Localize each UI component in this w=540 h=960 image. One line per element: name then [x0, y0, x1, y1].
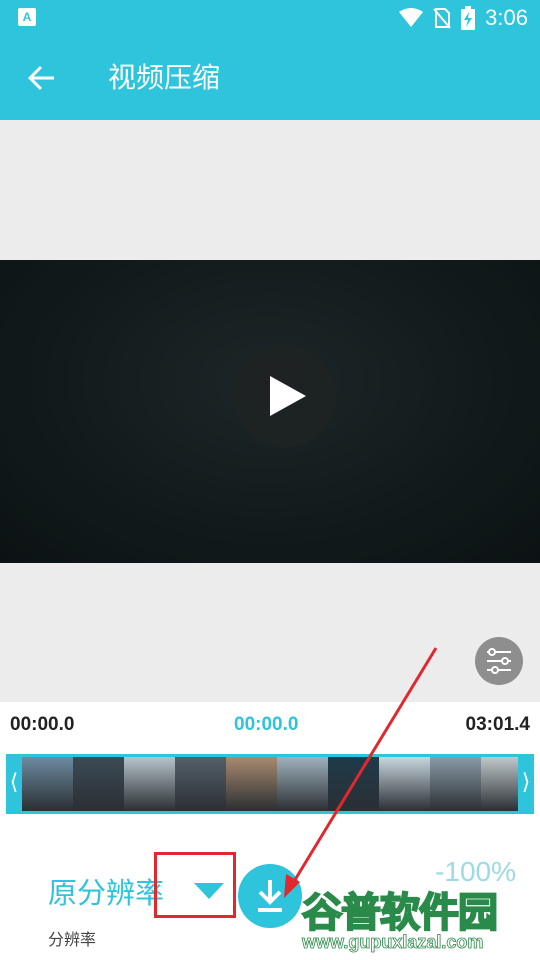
resolution-caption: 分辨率 [48, 930, 97, 949]
frame-thumbnail [226, 757, 277, 811]
app-bar: 视频压缩 [0, 36, 540, 120]
annotation-highlight-box [154, 852, 236, 918]
arrow-left-icon [27, 65, 54, 91]
watermark-url: www.gupuxlazal.com [302, 932, 484, 953]
status-icons: 3:06 [399, 4, 528, 32]
download-button[interactable] [238, 864, 302, 928]
frame-thumbnail [430, 757, 481, 811]
frame-thumbnail [73, 757, 124, 811]
current-time: 00:00.0 [234, 714, 299, 735]
frame-thumbnail [22, 757, 73, 811]
wifi-icon [399, 8, 424, 27]
resolution-value[interactable]: 原分辨率 [48, 870, 164, 912]
battery-charging-icon [461, 6, 476, 30]
download-icon [258, 880, 282, 912]
frame-thumbnail [124, 757, 175, 811]
app-notification-icon: A [18, 8, 36, 26]
sliders-icon [487, 648, 511, 674]
frame-thumbnail [379, 757, 430, 811]
clock: 3:06 [485, 5, 528, 30]
adjust-button[interactable] [475, 637, 523, 685]
start-time: 00:00.0 [10, 714, 75, 735]
status-bar: A 3:06 [0, 0, 540, 36]
frame-thumbnail [277, 757, 328, 811]
play-button[interactable] [232, 344, 336, 448]
watermark-logo: 谷普软件园 [301, 889, 499, 937]
trim-handle-right[interactable]: ⟩ [518, 754, 534, 814]
frame-thumbnail [328, 757, 379, 811]
trim-handle-left[interactable]: ⟨ [6, 754, 22, 814]
play-icon [270, 376, 306, 416]
page-title: 视频压缩 [108, 61, 221, 94]
frame-thumbnail [175, 757, 226, 811]
back-button[interactable] [22, 58, 62, 98]
frame-thumbnails [22, 757, 518, 811]
end-time: 03:01.4 [465, 714, 530, 735]
frame-thumbnail [481, 757, 518, 811]
no-sim-icon [433, 8, 451, 29]
